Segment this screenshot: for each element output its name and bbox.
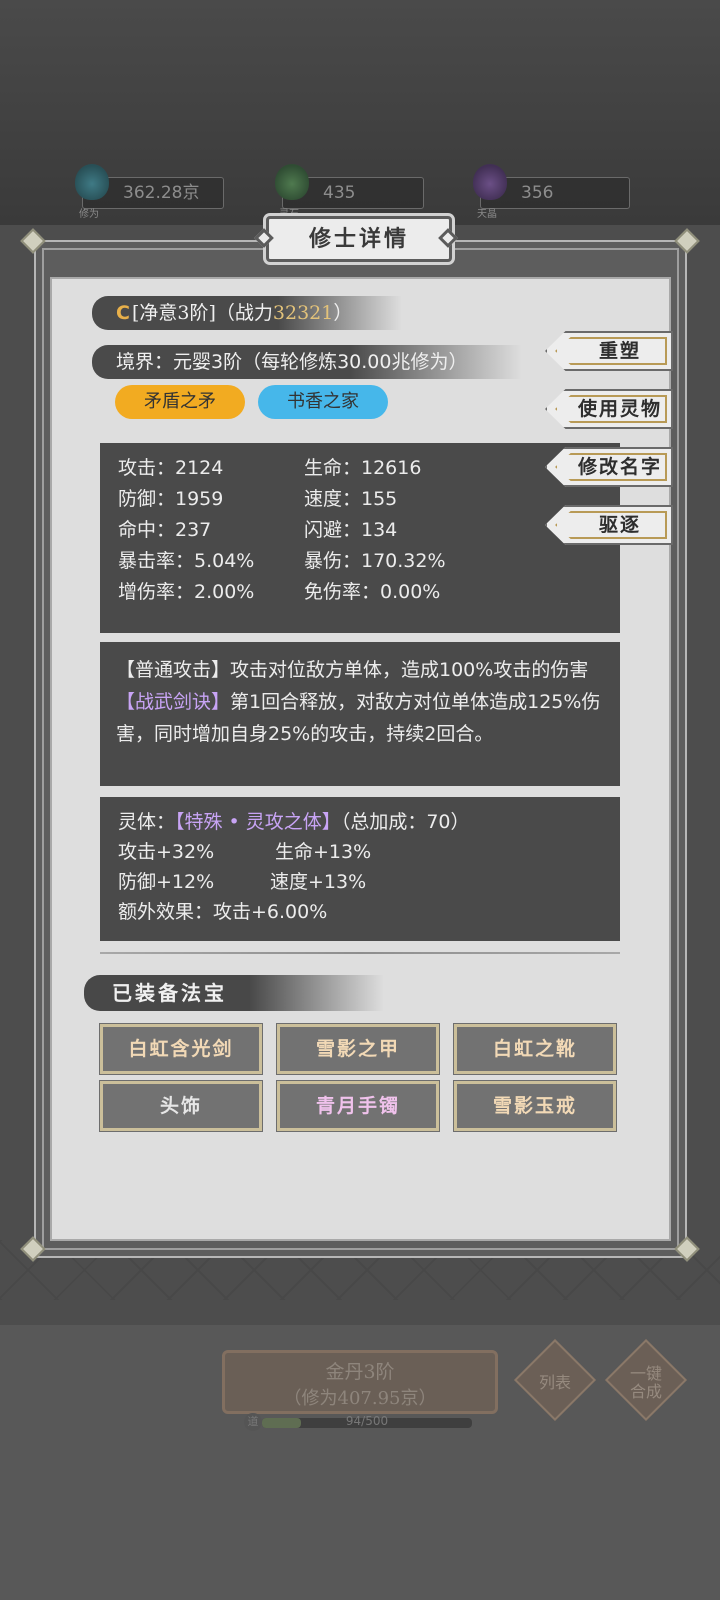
use-spirit-item-button[interactable]: 使用灵物 <box>545 389 673 429</box>
resource-value: 435 <box>323 183 356 203</box>
resource-spirit-stone: 灵石 435 <box>275 164 424 220</box>
resource-value: 362.28京 <box>123 183 200 203</box>
equipment-slot-ring[interactable]: 雪影玉戒 <box>453 1080 617 1132</box>
power-value: 32321 <box>272 302 334 324</box>
resource-value: 356 <box>521 183 554 203</box>
stat-evasion: 闪避：134 <box>304 519 398 541</box>
realm-upgrade-button: 金丹3阶 （修为407.95京） <box>222 1350 498 1414</box>
physique-total: （总加成：70） <box>340 811 470 833</box>
power-prefix: （战力 <box>215 302 273 324</box>
progress-text: 94/500 <box>345 1414 389 1428</box>
progress-bar: 94/500 <box>262 1414 472 1428</box>
physique-bonus: 生命+13% <box>275 841 372 863</box>
physique-extra: 额外效果：攻击+6.00% <box>118 901 328 923</box>
stat-crit-damage: 暴伤：170.32% <box>304 550 446 572</box>
stat-damage-reduction: 免伤率：0.00% <box>304 581 441 603</box>
physique-box: 灵体：【特殊 • 灵攻之体】（总加成：70） 攻击+32% 生命+13% 防御+… <box>100 797 620 941</box>
resource-caption: 天晶 <box>477 209 497 220</box>
physique-bonus: 防御+12% <box>118 871 215 893</box>
equipment-slot-boots[interactable]: 白虹之靴 <box>453 1023 617 1075</box>
cultivator-name-banner: C [净意3阶]（战力32321） <box>92 296 402 330</box>
physique-bonus: 速度+13% <box>270 871 367 893</box>
equipment-slot-bracelet[interactable]: 青月手镯 <box>276 1080 440 1132</box>
cultivation-icon <box>75 164 109 200</box>
use-spirit-item-button-label: 使用灵物 <box>577 398 662 420</box>
power-suffix: ） <box>333 302 353 324</box>
resource-sky-crystal: 天晶 356 <box>473 164 630 220</box>
resource-caption: 修为 <box>79 209 99 220</box>
merge-all-button-label: 一键合成 <box>629 1363 662 1401</box>
stat-accuracy: 命中：237 <box>118 519 212 541</box>
physique-name: 【特殊 • 灵攻之体】 <box>175 811 341 833</box>
realm-banner: 境界：元婴3阶（每轮修炼30.00兆修为） <box>92 345 522 379</box>
list-button-label: 列表 <box>538 1372 571 1392</box>
physique-bonus: 攻击+32% <box>118 841 215 863</box>
equipment-section-title: 已装备法宝 <box>84 975 384 1011</box>
realm-text: 境界：元婴3阶（每轮修炼30.00兆修为） <box>116 351 468 373</box>
stat-hp: 生命：12616 <box>304 457 422 479</box>
dialog-title: 修士详情 <box>308 226 409 252</box>
reshape-button[interactable]: 重塑 <box>545 331 673 371</box>
equipment-slot-weapon[interactable]: 白虹含光剑 <box>99 1023 263 1075</box>
physique-bonus-row: 攻击+32% 生命+13% <box>118 837 371 867</box>
cultivator-name: [净意3阶] <box>131 302 216 324</box>
physique-title-line: 灵体：【特殊 • 灵攻之体】（总加成：70） <box>118 807 470 837</box>
spirit-stone-icon <box>275 164 309 200</box>
stat-attack: 攻击：2124 <box>118 457 224 479</box>
expel-button[interactable]: 驱逐 <box>545 505 673 545</box>
normal-attack-desc: 【普通攻击】攻击对位敌方单体，造成100%攻击的伤害 <box>116 659 589 681</box>
resource-cultivation: 修为 362.28京 <box>75 164 224 220</box>
progress-icon: 道 <box>244 1413 262 1431</box>
physique-label: 灵体： <box>118 811 176 833</box>
reshape-button-label: 重塑 <box>598 340 641 362</box>
special-skill-desc: 【战武剑诀】第1回合释放，对敌方对位单体造成125%伤害，同时增加自身25%的攻… <box>116 686 604 750</box>
special-skill-name: 【战武剑诀】 <box>116 691 231 713</box>
trait-tag[interactable]: 书香之家 <box>258 385 388 419</box>
section-divider <box>100 952 620 954</box>
equipment-slot-headwear[interactable]: 头饰 <box>99 1080 263 1132</box>
grade-badge: C <box>116 302 130 324</box>
stat-speed: 速度：155 <box>304 488 398 510</box>
equipment-slot-armor[interactable]: 雪影之甲 <box>276 1023 440 1075</box>
trait-tag[interactable]: 矛盾之矛 <box>115 385 245 419</box>
dialog-title-plate: 修士详情 <box>254 216 458 262</box>
physique-bonus-row: 防御+12% 速度+13% <box>118 867 366 897</box>
stat-crit-rate: 暴击率：5.04% <box>118 550 255 572</box>
stat-defense: 防御：1959 <box>118 488 224 510</box>
rename-button[interactable]: 修改名字 <box>545 447 673 487</box>
skills-box: 【普通攻击】攻击对位敌方单体，造成100%攻击的伤害 【战武剑诀】第1回合释放，… <box>100 642 620 786</box>
realm-upgrade-cost: （修为407.95京） <box>283 1388 437 1409</box>
sky-crystal-icon <box>473 164 507 200</box>
realm-upgrade-title: 金丹3阶 <box>325 1361 395 1383</box>
expel-button-label: 驱逐 <box>598 514 641 536</box>
stats-box: 攻击：2124 生命：12616 防御：1959 速度：155 命中：237 闪… <box>100 443 620 633</box>
stat-damage-bonus: 增伤率：2.00% <box>118 581 255 603</box>
rename-button-label: 修改名字 <box>577 456 662 478</box>
